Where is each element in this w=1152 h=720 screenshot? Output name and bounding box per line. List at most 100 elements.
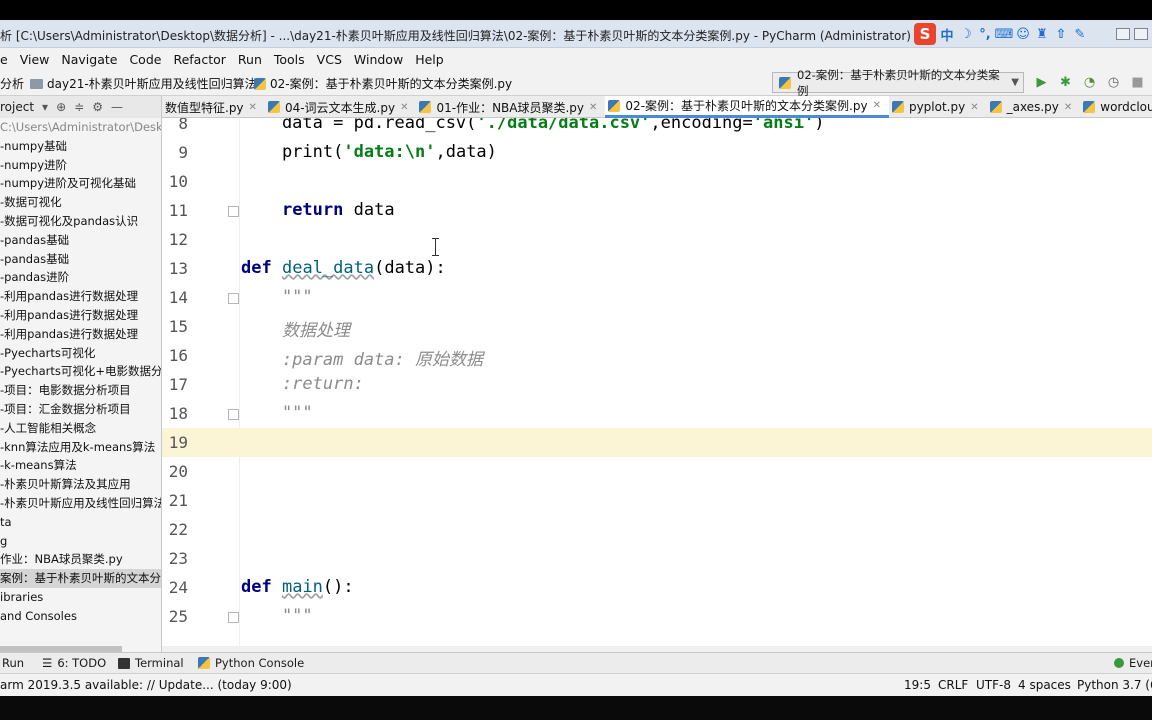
tab-axes[interactable]: _axes.py ✕ [987,96,1081,118]
indent-setting[interactable]: 4 spaces [1018,678,1071,692]
line-separator[interactable]: CRLF [938,678,968,692]
run-icon[interactable]: ▶ [1034,73,1049,91]
tab-nba-clustering[interactable]: 01-作业：NBA球员聚类.py ✕ [416,96,605,118]
line-number: 18 [168,404,188,423]
chevron-down-icon[interactable]: ▾ [42,100,48,114]
menu-code[interactable]: Code [123,52,167,67]
tool-window-bar: Run ☰ 6: TODO Terminal Python Console Ev… [0,652,1152,674]
breadcrumb-file[interactable]: 02-案例：基于朴素贝叶斯的文本分类案例.py [254,75,512,92]
hide-icon[interactable]: — [111,100,123,114]
keyboard-icon[interactable]: ⌨ [995,25,1014,43]
status-message[interactable]: arm 2019.3.5 available: // Update... (to… [0,678,292,692]
python-file-icon [419,101,432,113]
tree-item[interactable]: -项目：汇金数据分析项目 [0,400,161,419]
code-line-20: 20 [162,457,1152,486]
tab-naive-bayes-case[interactable]: 02-案例：基于朴素贝叶斯的文本分类案例.py ✕ [605,96,889,118]
tree-item[interactable]: -k-means算法 [0,456,161,475]
tree-item[interactable]: -朴素贝叶斯算法及其应用 [0,475,161,494]
tree-item[interactable]: -numpy进阶及可视化基础 [0,174,161,193]
tree-item[interactable]: -numpy基础 [0,137,161,156]
close-icon[interactable]: ✕ [873,100,881,111]
tree-item[interactable]: -数据可视化及pandas认识 [0,212,161,231]
breadcrumb-folder[interactable]: day21-朴素贝叶斯应用及线性回归算法 [30,75,257,92]
tree-item[interactable]: 作业：NBA球员聚类.py [0,550,161,569]
face-icon[interactable]: ☺ [1015,25,1031,43]
event-log-tool-button[interactable]: Even [1114,656,1152,670]
tree-item[interactable]: -人工智能相关概念 [0,419,161,438]
menu-refactor[interactable]: Refactor [167,52,231,67]
menu-window[interactable]: Window [348,52,409,67]
tree-item[interactable]: ta [0,513,161,532]
fold-marker-icon[interactable] [228,293,239,304]
caret-position[interactable]: 19:5 [904,678,931,692]
zh-icon[interactable]: 中 [939,25,955,44]
stop-icon[interactable]: ■ [1130,73,1145,91]
menu-vcs[interactable]: VCS [311,52,348,67]
menu-view[interactable]: View [14,52,56,67]
tree-item[interactable]: -pandas进阶 [0,268,161,287]
debug-icon[interactable]: ✱ [1058,73,1073,91]
tree-item-external-libraries[interactable]: ibraries [0,588,161,607]
close-icon[interactable]: ✕ [970,102,978,113]
profile-icon[interactable]: ◷ [1106,73,1121,91]
file-encoding[interactable]: UTF-8 [976,678,1011,692]
wrench-icon[interactable]: ✎ [1072,25,1088,43]
tree-item[interactable]: -numpy进阶 [0,156,161,175]
project-panel-title[interactable]: roject [0,100,34,114]
crosshair-icon[interactable]: ⊕ [56,100,66,114]
sogou-s-icon[interactable]: S [914,23,936,45]
tab-wordcloud-generation[interactable]: 04-词云文本生成.py ✕ [265,96,417,118]
shirt-icon[interactable]: ♜ [1034,25,1050,43]
event-log-label: Even [1129,656,1152,670]
code-line-8: 8 data = pd.read_csv('./data/data.csv',e… [162,118,1152,138]
tree-item[interactable]: -利用pandas进行数据处理 [0,325,161,344]
fold-marker-icon[interactable] [228,409,239,420]
arrow-up-icon[interactable]: ⇧ [1053,25,1069,43]
tree-item[interactable]: -利用pandas进行数据处理 [0,287,161,306]
gear-icon[interactable]: ⚙ [92,100,103,114]
menu-tools[interactable]: Tools [268,52,311,67]
tab-numeric-features[interactable]: 数值型特征.py ✕ [162,96,265,118]
tree-item[interactable]: -Pyecharts可视化 [0,344,161,363]
punct-icon[interactable]: °, [977,25,993,43]
tree-item[interactable]: g [0,532,161,551]
minimize-button[interactable] [1116,28,1130,40]
collapse-icon[interactable]: ≑ [74,100,84,114]
menu-navigate[interactable]: Navigate [55,52,123,67]
tree-item-scratches[interactable]: and Consoles [0,607,161,626]
breadcrumb-root[interactable]: 分析 [0,75,24,92]
line-number: 10 [168,172,188,191]
tab-wordcloud[interactable]: wordcloud.py [1080,96,1152,118]
tree-item[interactable]: -数据可视化 [0,193,161,212]
tree-item[interactable]: -朴素贝叶斯应用及线性回归算法 [0,494,161,513]
menu-help[interactable]: Help [409,52,450,67]
maximize-button[interactable] [1134,28,1148,40]
tree-item[interactable]: -Pyecharts可视化+电影数据分析 [0,362,161,381]
run-configuration-select[interactable]: 02-案例：基于朴素贝叶斯的文本分类案例 ▼ [772,68,1024,98]
tree-item[interactable]: -pandas基础 [0,250,161,269]
tree-item[interactable]: -利用pandas进行数据处理 [0,306,161,325]
coverage-icon[interactable]: ◔ [1082,73,1097,91]
close-icon[interactable]: ✕ [1064,102,1072,113]
tree-item[interactable]: -knn算法应用及k-means算法 [0,438,161,457]
tree-item[interactable]: -项目：电影数据分析项目 [0,381,161,400]
status-bar: arm 2019.3.5 available: // Update... (to… [0,674,1152,696]
moon-icon[interactable]: ☽ [958,25,974,43]
close-icon[interactable]: ✕ [249,102,257,113]
tree-item[interactable]: -pandas基础 [0,231,161,250]
tab-pyplot[interactable]: pyplot.py ✕ [889,96,987,118]
fold-marker-icon[interactable] [228,206,239,217]
close-icon[interactable]: ✕ [589,102,597,113]
menu-edit[interactable]: e [0,52,14,67]
code-editor[interactable]: 8 data = pd.read_csv('./data/data.csv',e… [162,118,1152,652]
tree-root[interactable]: C:\Users\Administrator\Desktop [0,118,161,137]
tree-item-selected[interactable]: 案例：基于朴素贝叶斯的文本分类 [0,569,161,588]
fold-marker-icon[interactable] [228,612,239,623]
menu-run[interactable]: Run [232,52,268,67]
terminal-tool-button[interactable]: Terminal [118,656,184,670]
run-tool-button[interactable]: Run [2,656,24,670]
close-icon[interactable]: ✕ [400,102,408,113]
todo-tool-button[interactable]: ☰ 6: TODO [42,656,106,670]
python-console-tool-button[interactable]: Python Console [198,656,304,670]
python-interpreter[interactable]: Python 3.7 (6) [1077,678,1152,692]
